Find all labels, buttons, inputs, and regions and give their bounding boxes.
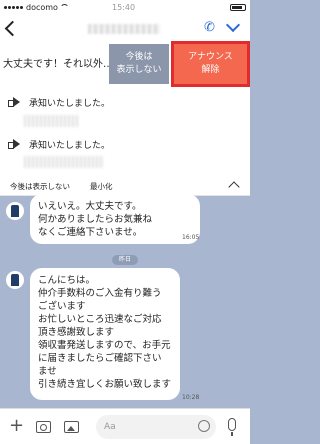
announcement-item-label: 承知いたしました。 — [29, 141, 111, 151]
blurred-text — [24, 156, 104, 168]
message-time: 16:05 — [182, 234, 200, 241]
camera-icon[interactable] — [36, 421, 51, 433]
status-bar: docomo 15:40 — [0, 0, 250, 14]
battery-icon — [230, 3, 246, 11]
wifi-icon — [59, 3, 69, 11]
emoji-icon[interactable] — [198, 420, 210, 432]
message-bubble: こんにちは。 仲介手数料のご入金有り難う ございます お忙しいところ迅速なご対応… — [30, 268, 180, 400]
date-separator: 昨日 — [112, 255, 138, 265]
status-clock: 15:40 — [112, 2, 136, 12]
announcement-panel: 大丈夫です！それ以外… 今後は 表示しない アナウンス 解除 承知いたしました。… — [0, 41, 250, 196]
megaphone-icon — [8, 97, 21, 108]
announcement-footer: 今後は表示しない 最小化 — [0, 176, 250, 196]
chevron-down-icon[interactable] — [226, 21, 240, 33]
carrier-name: docomo — [26, 2, 58, 12]
message-bubble: いえいえ。大丈夫です。 何かありましたらお気兼ね なくご連絡下さいませ。 — [30, 194, 200, 244]
minimize-button[interactable]: 最小化 — [90, 181, 113, 192]
unpin-announcement-button[interactable]: アナウンス 解除 — [171, 41, 250, 87]
signal-icon — [4, 5, 23, 9]
image-icon[interactable] — [64, 421, 79, 433]
avatar[interactable] — [6, 271, 24, 289]
footer-hide-button[interactable]: 今後は表示しない — [10, 181, 70, 192]
phone-icon[interactable]: ✆ — [204, 20, 218, 36]
announcement-item[interactable]: 承知いたしました。 — [0, 90, 250, 118]
blurred-text — [24, 115, 79, 127]
chevron-up-icon[interactable] — [228, 181, 240, 193]
announcement-text: 大丈夫です！それ以外… — [3, 59, 113, 70]
chat-title — [88, 24, 160, 34]
input-bar: + Aa — [0, 408, 250, 444]
megaphone-icon — [8, 139, 21, 150]
announcement-swipe-row[interactable]: 大丈夫です！それ以外… 今後は 表示しない アナウンス 解除 — [0, 41, 250, 87]
announcement-item-label: 承知いたしました。 — [29, 99, 111, 109]
microphone-icon[interactable] — [228, 418, 236, 436]
message-time: 10:28 — [182, 394, 200, 401]
avatar[interactable] — [6, 202, 24, 220]
plus-icon[interactable]: + — [9, 417, 24, 435]
chat-header: ✆ — [0, 14, 250, 44]
back-arrow-icon[interactable] — [4, 18, 16, 38]
hide-announcement-button[interactable]: 今後は 表示しない — [109, 44, 169, 84]
